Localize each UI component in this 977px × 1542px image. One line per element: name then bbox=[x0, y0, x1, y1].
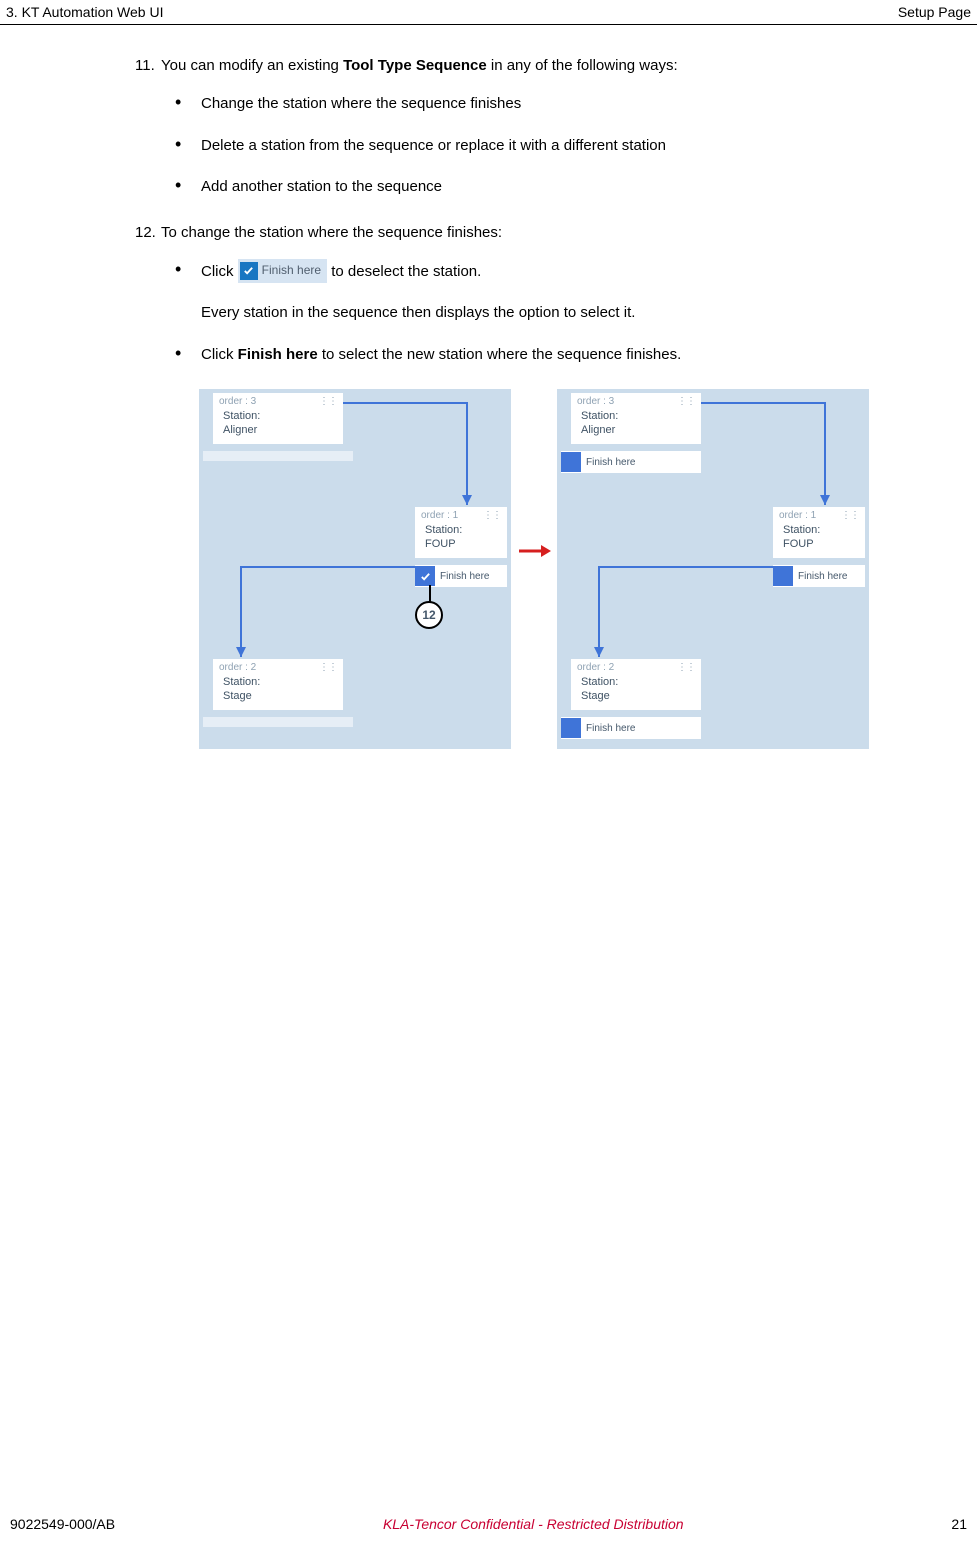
b2-pre: Click bbox=[201, 346, 238, 363]
footer-confidential: KLA-Tencor Confidential - Restricted Dis… bbox=[383, 1516, 684, 1532]
bullet-icon: • bbox=[175, 260, 201, 324]
step-11-number: 11. bbox=[135, 55, 161, 77]
diagram-left: order : 3 ⋮⋮ Station: Aligner order : 1 ⋮⋮ … bbox=[199, 389, 511, 749]
square-icon bbox=[561, 718, 581, 738]
bullet-text: Change the station where the sequence fi… bbox=[201, 93, 917, 115]
square-icon bbox=[773, 566, 793, 586]
diagram-right: order : 3⋮⋮ Station:Aligner Finish here … bbox=[557, 389, 869, 749]
drag-icon: ⋮⋮ bbox=[841, 510, 859, 521]
station-card-stage[interactable]: order : 2 ⋮⋮ Station: Stage bbox=[571, 659, 701, 710]
page-header: 3. KT Automation Web UI Setup Page bbox=[0, 0, 977, 25]
station-label: Station: bbox=[581, 676, 618, 688]
header-left: 3. KT Automation Web UI bbox=[6, 4, 163, 20]
b1-pre: Click bbox=[201, 263, 238, 280]
station-card-foup[interactable]: order : 1 ⋮⋮ Station: FOUP bbox=[415, 507, 507, 558]
step-11-bold: Tool Type Sequence bbox=[343, 57, 487, 74]
drag-icon: ⋮⋮ bbox=[677, 396, 695, 407]
b1-extra: Every station in the sequence then displ… bbox=[201, 302, 917, 324]
footer-doc-id: 9022549-000/AB bbox=[10, 1516, 115, 1532]
finish-here-label: Finish here bbox=[440, 571, 489, 582]
card-slot bbox=[203, 717, 353, 727]
step-11-bullets: • Change the station where the sequence … bbox=[175, 93, 917, 198]
step-11: 11. You can modify an existing Tool Type… bbox=[135, 55, 917, 77]
order-label: order : 3 bbox=[577, 396, 614, 407]
list-item: • Delete a station from the sequence or … bbox=[175, 135, 917, 157]
step-11-post: in any of the following ways: bbox=[487, 57, 678, 74]
drag-icon: ⋮⋮ bbox=[319, 396, 337, 407]
finish-here-option[interactable]: Finish here bbox=[561, 451, 701, 473]
card-slot bbox=[203, 451, 353, 461]
drag-icon: ⋮⋮ bbox=[319, 662, 337, 673]
check-icon bbox=[240, 262, 258, 280]
order-label: order : 3 bbox=[219, 396, 256, 407]
list-item: • Click Finish here to deselect the stat… bbox=[175, 260, 917, 324]
order-label: order : 1 bbox=[421, 510, 458, 521]
header-right: Setup Page bbox=[898, 4, 971, 20]
finish-here-label: Finish here bbox=[586, 457, 635, 468]
station-card-foup[interactable]: order : 1 ⋮⋮ Station: FOUP bbox=[773, 507, 865, 558]
station-label: Station: bbox=[223, 676, 260, 688]
bullet-icon: • bbox=[175, 93, 201, 115]
bullet-text: Delete a station from the sequence or re… bbox=[201, 135, 917, 157]
station-name: Stage bbox=[223, 690, 252, 702]
station-label: Station: bbox=[581, 410, 618, 422]
finish-here-option[interactable]: Finish here bbox=[561, 717, 701, 739]
order-label: order : 1 bbox=[779, 510, 816, 521]
station-card-stage[interactable]: order : 2 ⋮⋮ Station: Stage bbox=[213, 659, 343, 710]
step-12: 12. To change the station where the sequ… bbox=[135, 222, 917, 244]
callout-number: 12 bbox=[422, 608, 435, 622]
finish-here-button[interactable]: Finish here bbox=[238, 259, 327, 283]
step-11-text: You can modify an existing Tool Type Seq… bbox=[161, 55, 917, 77]
step-12-number: 12. bbox=[135, 222, 161, 244]
station-card-aligner[interactable]: order : 3 ⋮⋮ Station: Aligner bbox=[571, 393, 701, 444]
list-item: • Add another station to the sequence bbox=[175, 176, 917, 198]
transition-arrow bbox=[517, 541, 551, 561]
b2-post: to select the new station where the sequ… bbox=[318, 346, 682, 363]
square-icon bbox=[561, 452, 581, 472]
station-name: FOUP bbox=[783, 538, 814, 550]
bullet-body: Click Finish here to select the new stat… bbox=[201, 344, 917, 366]
content-area: 11. You can modify an existing Tool Type… bbox=[0, 25, 977, 749]
finish-here-label: Finish here bbox=[262, 262, 321, 279]
station-card-aligner[interactable]: order : 3 ⋮⋮ Station: Aligner bbox=[213, 393, 343, 444]
station-label: Station: bbox=[783, 524, 820, 536]
finish-here-label: Finish here bbox=[798, 571, 847, 582]
bullet-text: Add another station to the sequence bbox=[201, 176, 917, 198]
station-name: Stage bbox=[581, 690, 610, 702]
sequence-diagram: order : 3 ⋮⋮ Station: Aligner order : 1 ⋮⋮ … bbox=[199, 389, 917, 749]
finish-here-option[interactable]: Finish here bbox=[773, 565, 865, 587]
bullet-body: Click Finish here to deselect the statio… bbox=[201, 260, 917, 324]
drag-icon: ⋮⋮ bbox=[677, 662, 695, 673]
page-footer: 9022549-000/AB KLA-Tencor Confidential -… bbox=[0, 1516, 977, 1532]
bullet-icon: • bbox=[175, 135, 201, 157]
bullet-icon: • bbox=[175, 344, 201, 366]
step-12-text: To change the station where the sequence… bbox=[161, 222, 917, 244]
station-name: FOUP bbox=[425, 538, 456, 550]
footer-page-number: 21 bbox=[951, 1516, 967, 1532]
b2-bold: Finish here bbox=[238, 346, 318, 363]
list-item: • Click Finish here to select the new st… bbox=[175, 344, 917, 366]
station-name: Aligner bbox=[223, 424, 257, 436]
order-label: order : 2 bbox=[577, 662, 614, 673]
bullet-icon: • bbox=[175, 176, 201, 198]
step-11-pre: You can modify an existing bbox=[161, 57, 343, 74]
callout-badge: 12 bbox=[415, 601, 443, 629]
finish-here-label: Finish here bbox=[586, 723, 635, 734]
finish-here-selected[interactable]: Finish here bbox=[415, 565, 507, 587]
station-name: Aligner bbox=[581, 424, 615, 436]
station-label: Station: bbox=[223, 410, 260, 422]
check-icon bbox=[415, 566, 435, 586]
order-label: order : 2 bbox=[219, 662, 256, 673]
drag-icon: ⋮⋮ bbox=[483, 510, 501, 521]
list-item: • Change the station where the sequence … bbox=[175, 93, 917, 115]
station-label: Station: bbox=[425, 524, 462, 536]
step-12-bullets: • Click Finish here to deselect the stat… bbox=[175, 260, 917, 366]
b1-post: to deselect the station. bbox=[331, 263, 481, 280]
